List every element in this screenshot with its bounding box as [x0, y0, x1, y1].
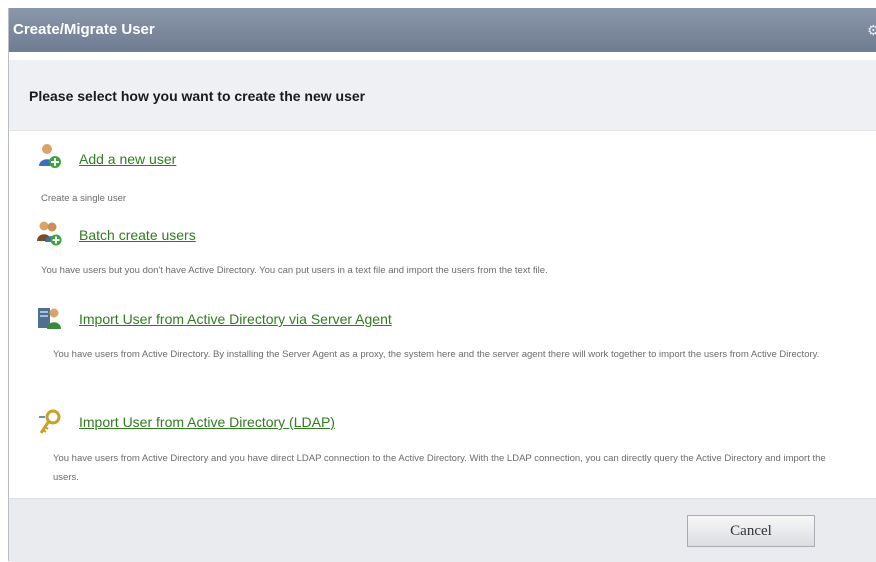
dialog-subheader: Please select how you want to create the…	[9, 60, 876, 131]
dialog-title: Create/Migrate User	[13, 21, 155, 38]
subheader-text: Please select how you want to create the…	[29, 88, 366, 104]
users-group-icon	[37, 221, 62, 246]
import-server-agent-link[interactable]: Import User from Active Directory via Se…	[79, 311, 392, 327]
close-icon[interactable]: ⚙	[867, 22, 876, 38]
dialog-titlebar: Create/Migrate User ⚙	[9, 8, 876, 52]
add-new-user-link[interactable]: Add a new user	[79, 151, 176, 167]
cancel-button[interactable]: Cancel	[687, 515, 815, 547]
user-add-icon	[39, 144, 61, 168]
ldap-icon	[39, 409, 61, 434]
batch-create-users-link[interactable]: Batch create users	[79, 227, 196, 243]
add-new-user-description: Create a single user	[41, 193, 127, 204]
import-ldap-link[interactable]: Import User from Active Directory (LDAP)	[79, 414, 335, 430]
dialog-footer: Cancel	[9, 498, 876, 562]
create-migrate-user-dialog: Create/Migrate User ⚙ Please select how …	[8, 8, 876, 562]
server-agent-icon	[38, 308, 61, 329]
import-ldap-description: You have users from Active Directory and…	[53, 453, 826, 483]
batch-create-users-description: You have users but you don't have Active…	[41, 265, 548, 276]
import-server-agent-description: You have users from Active Directory. By…	[53, 349, 820, 360]
